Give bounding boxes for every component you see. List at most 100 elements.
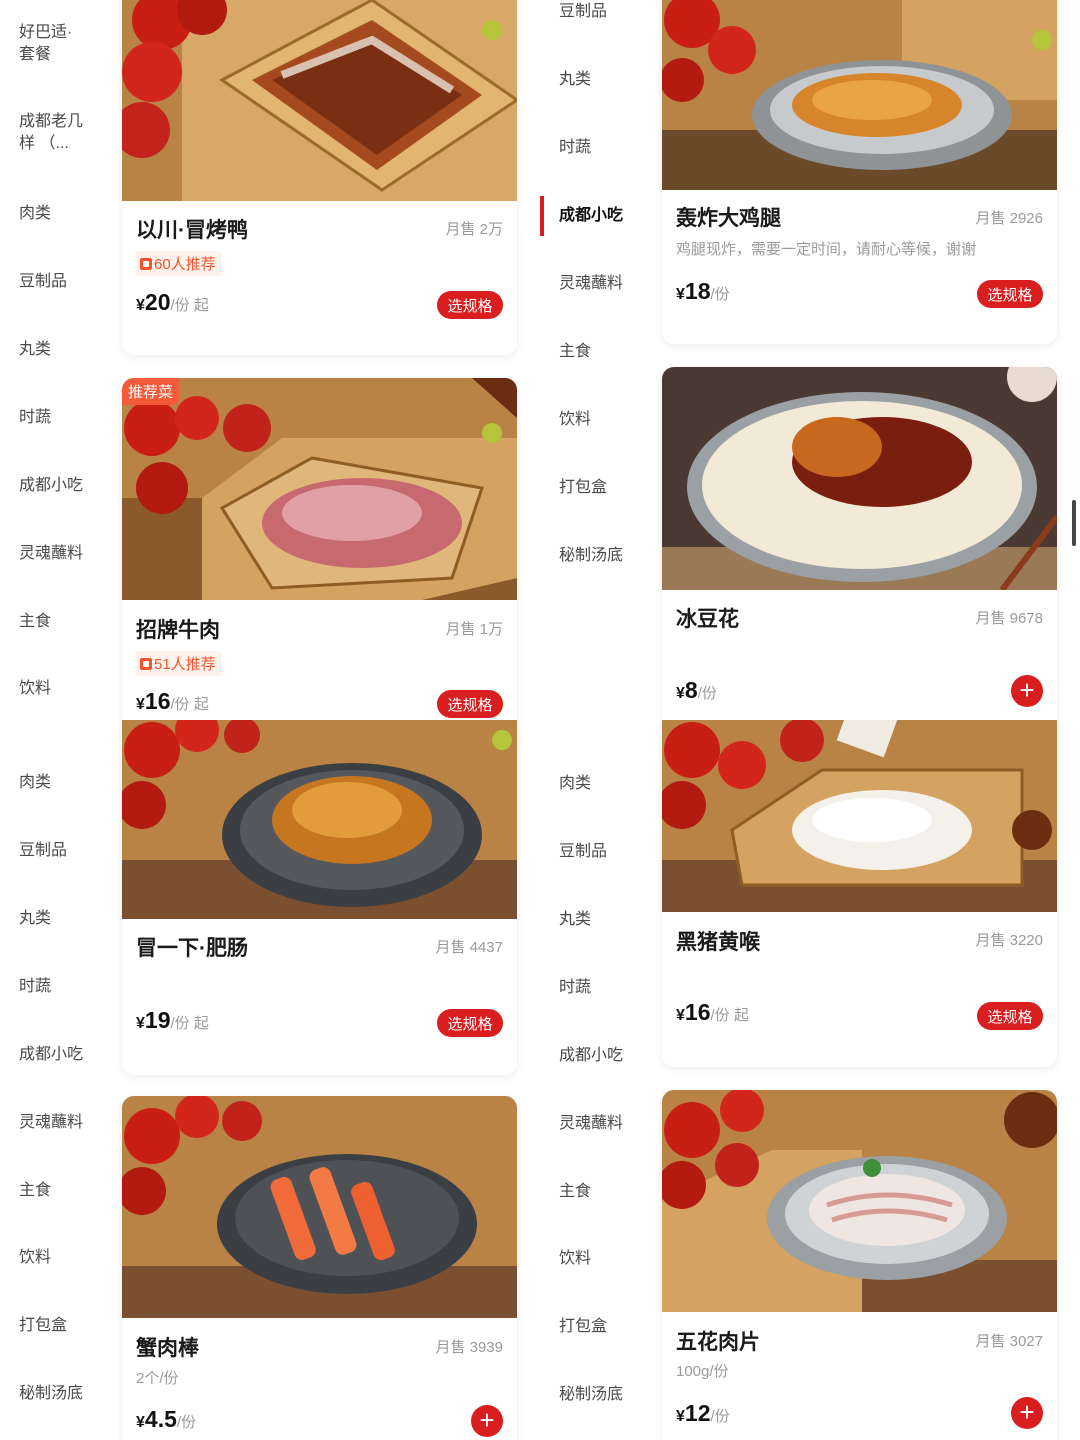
select-spec-button[interactable]: 选规格 — [977, 280, 1043, 308]
sidebar-item-vegetables[interactable]: 时蔬 — [0, 384, 112, 452]
sidebar-item-meat[interactable]: 肉类 — [0, 180, 112, 248]
monthly-sales: 月售 3220 — [975, 932, 1043, 949]
dish-card[interactable]: 冒一下·肥肠 月售 4437 ¥19/份 起 选规格 — [122, 720, 517, 1075]
dish-card[interactable]: 冰豆花 月售 9678 ¥8/份 + — [662, 367, 1057, 720]
recommend-icon — [140, 258, 152, 270]
sidebar-item-label: 成都小吃 — [559, 207, 624, 224]
select-spec-button[interactable]: 选规格 — [977, 1002, 1043, 1030]
sidebar-item-snacks[interactable]: 成都小吃 — [540, 1022, 652, 1090]
dish-card[interactable]: 以川·冒烤鸭 月售 2万 60人推荐 ¥20/份 起 选规格 — [122, 0, 517, 355]
sidebar-item-balls[interactable]: 丸类 — [0, 885, 112, 953]
sidebar-item-snacks[interactable]: 成都小吃 — [0, 1021, 112, 1089]
sidebar-item-label: 灵魂蘸料 — [19, 545, 84, 562]
recommend-icon — [140, 658, 152, 670]
sidebar-item-boxes[interactable]: 打包盒 — [0, 1292, 112, 1360]
sidebar-item-drinks[interactable]: 饮料 — [0, 655, 112, 720]
dish-price: ¥12/份 — [676, 1400, 730, 1426]
dish-photo-beef — [122, 378, 517, 600]
dish-name: 轰炸大鸡腿 — [676, 207, 781, 230]
sidebar-item-label: 成都小吃 — [19, 477, 84, 494]
scrollbar[interactable] — [1072, 500, 1076, 546]
dish-photo-pork-intestine — [122, 720, 517, 919]
sidebar-item-drinks[interactable]: 饮料 — [540, 386, 652, 454]
sidebar-item-snacks[interactable]: 成都小吃 — [0, 452, 112, 520]
sidebar-item-staples[interactable]: 主食 — [0, 588, 112, 656]
sidebar-item-staples[interactable]: 主食 — [0, 1157, 112, 1225]
sidebar-item-tofu[interactable]: 豆制品 — [540, 0, 652, 46]
sidebar-item-label: 主食 — [19, 613, 52, 630]
screenshot-panel-bottom-left: 肉类 豆制品 丸类 时蔬 成都小吃 灵魂蘸料 主食 饮料 打包盒 秘制汤底 冒一… — [0, 720, 540, 1440]
add-to-cart-button[interactable]: + — [471, 1405, 503, 1437]
dish-name: 五花肉片 — [676, 1331, 760, 1354]
select-spec-button[interactable]: 选规格 — [437, 690, 503, 718]
sidebar-item-drinks[interactable]: 饮料 — [540, 1225, 652, 1293]
dish-name: 黑猪黄喉 — [676, 931, 760, 954]
sidebar-item-soup-base[interactable]: 秘制汤底 — [540, 522, 652, 590]
recommend-tag: 51人推荐 — [136, 651, 221, 676]
sidebar-item-label: 丸类 — [19, 341, 52, 358]
sidebar-item-drinks[interactable]: 饮料 — [0, 1224, 112, 1292]
sidebar-item-staples[interactable]: 主食 — [540, 1158, 652, 1226]
sidebar-item-balls[interactable]: 丸类 — [540, 886, 652, 954]
sidebar-item-label: 打包盒 — [559, 479, 608, 496]
sidebar-item-label: 灵魂蘸料 — [559, 1115, 624, 1132]
sidebar-item-vegetables[interactable]: 时蔬 — [540, 114, 652, 182]
sidebar-item-staples[interactable]: 主食 — [540, 318, 652, 386]
sidebar-item-soup-base[interactable]: 秘制汤底 — [0, 1360, 112, 1428]
recommend-tag: 60人推荐 — [136, 251, 221, 276]
monthly-sales: 月售 3939 — [435, 1339, 503, 1356]
sidebar-item-label: 成都小吃 — [19, 1046, 84, 1063]
sidebar-item-label: 丸类 — [559, 71, 592, 88]
sidebar-item-meat[interactable]: 肉类 — [0, 749, 112, 817]
sidebar-item-label: 成都老几 样 （... — [19, 113, 84, 152]
sidebar-item-balls[interactable]: 丸类 — [0, 316, 112, 384]
recommended-dish-badge: 推荐菜 — [122, 378, 180, 405]
sidebar-item-vegetables[interactable]: 时蔬 — [540, 954, 652, 1022]
sidebar-item-boxes[interactable]: 打包盒 — [540, 1293, 652, 1361]
category-sidebar: 肉类 豆制品 丸类 时蔬 成都小吃 灵魂蘸料 主食 饮料 打包盒 秘制汤底 — [540, 720, 652, 1440]
dish-name: 冒一下·肥肠 — [136, 937, 248, 960]
select-spec-button[interactable]: 选规格 — [437, 291, 503, 319]
sidebar-item-label: 灵魂蘸料 — [559, 275, 624, 292]
sidebar-item-snacks-active[interactable]: 成都小吃 — [540, 182, 652, 250]
sidebar-item-vegetables[interactable]: 时蔬 — [0, 953, 112, 1021]
dish-card[interactable]: 轰炸大鸡腿 月售 2926 鸡腿现炸，需要一定时间，请耐心等候，谢谢 ¥18/份… — [662, 0, 1057, 344]
dish-card[interactable]: 五花肉片 月售 3027 100g/份 ¥12/份 + — [662, 1090, 1057, 1440]
sidebar-item-label: 豆制品 — [559, 3, 608, 20]
screenshot-panel-bottom-right: 肉类 豆制品 丸类 时蔬 成都小吃 灵魂蘸料 主食 饮料 打包盒 秘制汤底 黑猪… — [540, 720, 1080, 1440]
sidebar-item-dips[interactable]: 灵魂蘸料 — [0, 1089, 112, 1157]
sidebar-item-label: 主食 — [559, 343, 592, 360]
monthly-sales: 月售 9678 — [975, 610, 1043, 627]
sidebar-item-boxes[interactable]: 打包盒 — [540, 454, 652, 522]
monthly-sales: 月售 2万 — [445, 221, 503, 238]
dish-price: ¥19/份 起 — [136, 1007, 209, 1033]
add-to-cart-button[interactable]: + — [1011, 1397, 1043, 1429]
dish-price: ¥16/份 起 — [676, 999, 749, 1025]
dish-card[interactable]: 蟹肉棒 月售 3939 2个/份 ¥4.5/份 + — [122, 1096, 517, 1440]
sidebar-item-dips[interactable]: 灵魂蘸料 — [0, 520, 112, 588]
add-to-cart-button[interactable]: + — [1011, 675, 1043, 707]
dish-price: ¥16/份 起 — [136, 688, 209, 714]
dish-card[interactable]: 推荐菜 招牌牛肉 月售 1万 51人推荐 ¥16/份 起 选规格 — [122, 378, 517, 720]
dish-card[interactable]: 黑猪黄喉 月售 3220 ¥16/份 起 选规格 — [662, 720, 1057, 1067]
monthly-sales: 月售 4437 — [435, 939, 503, 956]
sidebar-item-dips[interactable]: 灵魂蘸料 — [540, 1090, 652, 1158]
sidebar-item-balls[interactable]: 丸类 — [540, 46, 652, 114]
dish-photo-pork-belly — [662, 1090, 1057, 1312]
dish-description: 鸡腿现炸，需要一定时间，请耐心等候，谢谢 — [676, 241, 977, 258]
dish-photo-roast-duck — [122, 0, 517, 201]
sidebar-item-tofu[interactable]: 豆制品 — [0, 248, 112, 316]
sidebar-item-tofu[interactable]: 豆制品 — [0, 817, 112, 885]
sidebar-item-label: 豆制品 — [19, 273, 68, 290]
dish-name: 招牌牛肉 — [136, 619, 220, 642]
sidebar-item-soup-base[interactable]: 秘制汤底 — [540, 1361, 652, 1429]
sidebar-item-classics[interactable]: 成都老几 样 （... — [0, 99, 112, 167]
sidebar-item-label: 饮料 — [559, 1250, 592, 1267]
sidebar-item-package[interactable]: 好巴适· 套餐 — [0, 10, 112, 78]
sidebar-item-dips[interactable]: 灵魂蘸料 — [540, 250, 652, 318]
sidebar-item-tofu[interactable]: 豆制品 — [540, 818, 652, 886]
screenshot-panel-top-left: 好巴适· 套餐 成都老几 样 （... 肉类 豆制品 丸类 时蔬 成都小吃 灵魂… — [0, 0, 540, 720]
sidebar-item-meat[interactable]: 肉类 — [540, 750, 652, 818]
select-spec-button[interactable]: 选规格 — [437, 1009, 503, 1037]
monthly-sales: 月售 1万 — [445, 621, 503, 638]
